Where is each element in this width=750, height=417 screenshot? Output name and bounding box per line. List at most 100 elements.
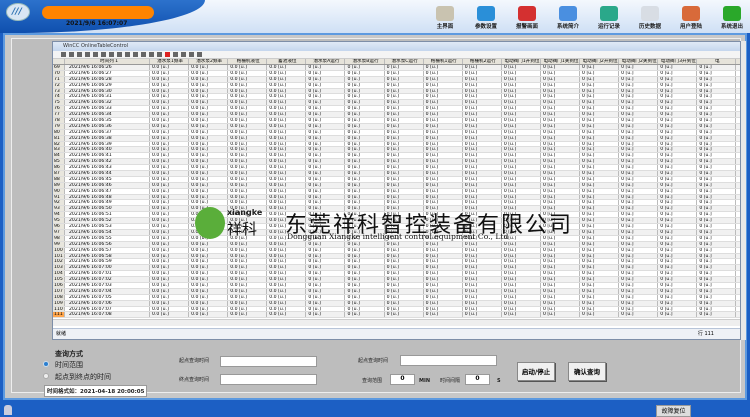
horizontal-scrollbar[interactable]	[53, 319, 740, 326]
column-header[interactable]: 潜水泵C运行	[385, 59, 424, 64]
column-header[interactable]: 电动阀门1关到位	[541, 59, 581, 64]
cell-value: 0	[308, 277, 312, 282]
refresh-icon[interactable]	[141, 52, 146, 57]
cell-unit: [u.]	[390, 94, 399, 100]
cell-unit: [u.]	[664, 277, 673, 282]
cell-value: 0.0	[230, 88, 238, 94]
column-header[interactable]: 潜水泵2频率	[189, 59, 229, 64]
column-header[interactable]: 潜水泵A运行	[306, 59, 346, 64]
vertical-scrollbar[interactable]	[741, 41, 746, 340]
value-cell: 0 [u.]	[502, 229, 541, 235]
cell-unit: [u.]	[664, 282, 673, 288]
cell-value: 0	[425, 271, 429, 277]
cell-value: 0	[660, 188, 664, 194]
cell-value: 0	[699, 265, 703, 271]
first-icon[interactable]	[77, 52, 82, 57]
key-icon[interactable]	[61, 52, 66, 57]
sheet-icon[interactable]	[133, 52, 138, 57]
lock-icon[interactable]	[4, 405, 12, 415]
column-header[interactable]: 格栅机1运行	[424, 59, 463, 64]
cell-value: 0	[621, 100, 625, 106]
cell-unit: [u.]	[390, 118, 399, 123]
cell-unit: [u.]	[238, 194, 247, 200]
cell-value: 0	[699, 82, 703, 88]
column-header[interactable]: 潜水泵B运行	[345, 59, 385, 64]
column-header[interactable]: 电动阀门2开到位	[580, 59, 620, 64]
cell-unit: [u.]	[312, 224, 321, 229]
cell-value: 0.0	[269, 182, 277, 188]
start-time-2-input[interactable]	[400, 355, 497, 366]
interval-input[interactable]: 0	[465, 374, 490, 385]
prev-icon[interactable]	[85, 52, 90, 57]
data-grid: 时间列 1 潜水泵1频率 潜水泵2频率 格栅机液位 蓄池液位 潜水泵A运行 潜水泵B运行 潜水…	[53, 59, 740, 319]
config-icon[interactable]	[69, 52, 74, 57]
export2-icon[interactable]	[157, 52, 162, 57]
column-header[interactable]: 潜水泵1频率	[150, 59, 190, 64]
range-input[interactable]: 0	[390, 374, 415, 385]
cell-value: 0	[386, 153, 390, 159]
nav-button-7[interactable]: 系统退出	[715, 6, 749, 30]
report-icon[interactable]	[181, 52, 186, 57]
chart-icon[interactable]	[189, 52, 194, 57]
cell-value: 0	[699, 165, 703, 171]
value-cell: 0 [u.]	[463, 206, 502, 212]
value-cell: 0.0 [u.]	[267, 218, 307, 224]
nav-button-1[interactable]: 参数设置	[469, 6, 503, 30]
time-cell: 2021/9/6 16:06:50	[65, 206, 150, 212]
cell-unit: [u.]	[351, 247, 360, 253]
last-icon[interactable]	[101, 52, 106, 57]
confirm-query-button[interactable]: 确认查询	[568, 362, 606, 381]
cell-value: 0	[542, 106, 546, 112]
next-icon[interactable]	[93, 52, 98, 57]
cell-unit: [u.]	[351, 171, 360, 176]
nav-button-4[interactable]: 运行记录	[592, 6, 626, 30]
cell-value: 0	[503, 288, 507, 294]
value-cell: 0 [u.]	[658, 235, 698, 241]
fault-reset-button[interactable]: 故障复位	[656, 405, 691, 417]
column-header[interactable]: 电动阀门1开到位	[502, 59, 541, 64]
nav-button-3[interactable]: 系统简介	[551, 6, 585, 30]
edit-icon[interactable]	[109, 52, 114, 57]
export-icon[interactable]	[149, 52, 154, 57]
column-header[interactable]: 蓄池液位	[267, 59, 307, 64]
cell-unit: [u.]	[508, 153, 517, 159]
cell-value: 0	[503, 253, 507, 259]
nav-button-0[interactable]: 主界面	[428, 6, 462, 30]
cell-value: 0.0	[269, 153, 277, 159]
radio-start-end[interactable]	[43, 373, 49, 379]
row-number: 93	[53, 206, 65, 212]
cell-value: 0	[308, 247, 312, 253]
cell-value: 0	[347, 235, 351, 241]
column-header[interactable]: 电动阀门2关到位	[619, 59, 659, 64]
print-icon[interactable]	[173, 52, 178, 57]
copy-icon[interactable]	[117, 52, 122, 57]
start-time-input[interactable]	[220, 356, 317, 367]
column-header[interactable]: 时间列 1	[65, 59, 150, 64]
start-stop-button[interactable]: 启动/停止	[517, 362, 555, 381]
nav-button-2[interactable]: 报警画面	[510, 6, 544, 30]
column-header[interactable]: 电动阀门3开到位	[658, 59, 698, 64]
cell-unit: [u.]	[469, 106, 478, 112]
cell-unit: [u.]	[469, 277, 478, 282]
cell-unit: [u.]	[238, 300, 247, 306]
cell-unit: [u.]	[312, 194, 321, 200]
table-row[interactable]: 111 2021/9/6 16:07:08 0.0 [u.] 0.0 [u.] 0.0 …	[53, 312, 740, 319]
cell-value: 0	[347, 118, 351, 123]
column-header[interactable]: 格栅机液位	[228, 59, 268, 64]
stop-icon[interactable]	[165, 52, 170, 57]
cell-value: 0	[425, 277, 429, 282]
radio-time-range[interactable]	[43, 361, 49, 367]
cell-unit: [u.]	[703, 300, 712, 306]
value-cell: 0 [u.]	[345, 70, 385, 76]
column-header[interactable]: 格栅机2运行	[463, 59, 502, 64]
column-header[interactable]: 电	[697, 59, 737, 64]
end-time-input[interactable]	[220, 374, 317, 385]
nav-button-6[interactable]: 用户登陆	[674, 6, 708, 30]
nav-button-5[interactable]: 历史数据	[633, 6, 667, 30]
cell-value: 0	[386, 118, 390, 123]
chart2-icon[interactable]	[197, 52, 202, 57]
value-cell: 0 [u.]	[345, 235, 385, 241]
cell-unit: [u.]	[278, 94, 287, 100]
columns-icon[interactable]	[125, 52, 130, 57]
value-cell: 0 [u.]	[424, 112, 463, 118]
